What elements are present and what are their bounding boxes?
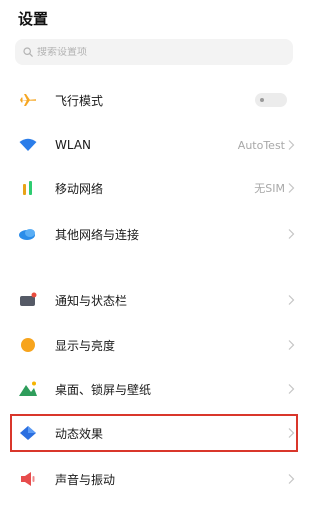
wifi-icon: [18, 135, 38, 155]
cloud-connection-icon: [18, 224, 38, 244]
settings-item-label: 动态效果: [55, 426, 104, 441]
toggle-knob: [260, 98, 264, 102]
settings-screen: 设置 飞行模式 WLAN AutoTest: [0, 0, 321, 508]
settings-item-display-brightness[interactable]: 显示与亮度: [0, 325, 321, 365]
settings-item-label: 通知与状态栏: [55, 293, 128, 308]
settings-item-motion-effects[interactable]: 动态效果: [0, 413, 321, 453]
mobile-network-status: 无SIM: [254, 182, 285, 195]
brightness-icon: [18, 335, 38, 355]
settings-item-label: 飞行模式: [55, 93, 104, 108]
chevron-right-icon: [288, 183, 295, 193]
settings-item-mobile-network[interactable]: 移动网络 无SIM: [0, 168, 321, 208]
chevron-right-icon: [288, 474, 295, 484]
chevron-right-icon: [288, 340, 295, 350]
search-input[interactable]: [37, 46, 277, 58]
settings-item-label: 声音与振动: [55, 472, 116, 487]
settings-item-sound-vibration[interactable]: 声音与振动: [0, 459, 321, 499]
settings-item-wlan[interactable]: WLAN AutoTest: [0, 125, 321, 165]
search-icon: [23, 47, 33, 57]
chevron-right-icon: [288, 229, 295, 239]
airplane-mode-toggle[interactable]: [255, 93, 287, 107]
airplane-icon: [18, 90, 38, 110]
wlan-network-name: AutoTest: [237, 138, 285, 152]
wallpaper-icon: [18, 379, 38, 399]
settings-item-wallpaper[interactable]: 桌面、锁屏与壁纸: [0, 369, 321, 409]
search-bar[interactable]: [15, 39, 293, 65]
settings-item-label: 其他网络与连接: [55, 227, 140, 242]
settings-item-airplane-mode[interactable]: 飞行模式: [0, 80, 321, 120]
settings-item-label: 桌面、锁屏与壁纸: [55, 382, 152, 397]
settings-item-notifications[interactable]: 通知与状态栏: [0, 280, 321, 320]
chevron-right-icon: [288, 384, 295, 394]
settings-item-other-networks[interactable]: 其他网络与连接: [0, 214, 321, 254]
settings-item-label: 显示与亮度: [55, 338, 116, 353]
settings-item-label: 移动网络: [55, 181, 104, 196]
chevron-right-icon: [288, 428, 295, 438]
chevron-right-icon: [288, 295, 295, 305]
notification-panel-icon: [18, 290, 38, 310]
speaker-icon: [18, 469, 38, 489]
settings-item-label: WLAN: [55, 138, 92, 152]
signal-bars-icon: [18, 178, 38, 198]
page-title: 设置: [18, 10, 49, 28]
chevron-right-icon: [288, 140, 295, 150]
motion-effects-icon: [18, 423, 38, 443]
